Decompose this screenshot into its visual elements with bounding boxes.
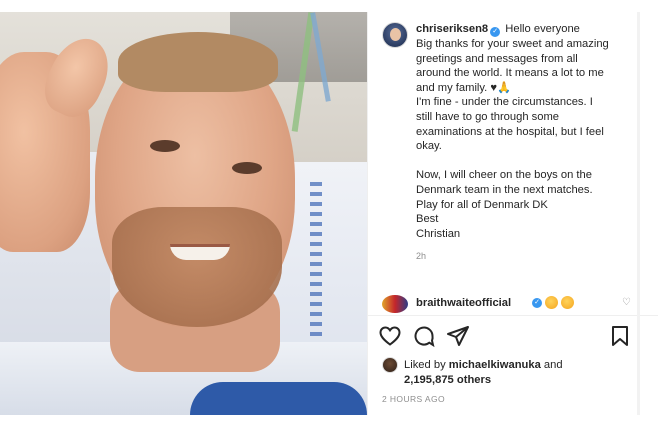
verified-badge-icon: ✓ — [490, 27, 501, 37]
post-photo[interactable] — [0, 12, 367, 415]
caption-line: Denmark team in the next matches. — [416, 183, 593, 196]
caption-line: Big thanks for your sweet and amazing — [416, 38, 609, 50]
bookmark-icon[interactable] — [608, 324, 632, 348]
commenter-username[interactable]: braithwaiteofficial — [416, 297, 511, 309]
caption-row: chriseriksen8 ✓ Hello everyone Big thanks… — [382, 22, 647, 264]
commenter-avatar[interactable] — [382, 295, 408, 313]
likes-prefix: Liked by — [404, 359, 449, 371]
emoji-icon — [545, 296, 558, 309]
emoji-icon — [561, 296, 574, 309]
photo-shirt-stripe — [190, 382, 367, 415]
post-timestamp[interactable]: 2 HOURS AGO — [382, 394, 445, 404]
photo-mouth — [170, 244, 230, 260]
post-side-panel: chriseriksen8 ✓ Hello everyone Big thanks… — [367, 12, 658, 415]
caption-time-ago: 2h — [416, 251, 427, 262]
heart-icon[interactable] — [378, 324, 402, 348]
post-actions-bar — [368, 315, 658, 353]
caption-line: Christian — [416, 227, 461, 240]
likes-middle: and — [540, 359, 563, 371]
comment-row: braithwaiteofficial ✓ ♡ — [382, 295, 652, 315]
likes-summary: Liked by michaelkiwanuka and 2,195,875 o… — [382, 355, 652, 389]
caption-line: and my family. ♥🙏 — [416, 81, 511, 94]
caption-text: chriseriksen8 ✓ Hello everyone Big thanks… — [416, 22, 647, 264]
scrollbar[interactable] — [637, 12, 640, 415]
caption-line: greetings and messages from all — [416, 52, 578, 65]
instagram-post: chriseriksen8 ✓ Hello everyone Big thanks… — [0, 0, 658, 425]
photo-beard — [112, 207, 282, 327]
likes-text: Liked by michaelkiwanuka and 2,195,875 o… — [404, 358, 654, 387]
comment-like-heart-icon[interactable]: ♡ — [622, 297, 631, 308]
caption-line: examinations at the hospital, but I feel — [416, 125, 604, 138]
likes-count[interactable]: 2,195,875 others — [404, 374, 491, 386]
photo-hair — [118, 32, 278, 92]
caption-line: Best — [416, 213, 439, 226]
verified-badge-icon: ✓ — [532, 298, 542, 308]
comment-icon[interactable] — [412, 324, 436, 348]
liker-avatar[interactable] — [382, 357, 398, 373]
caption-line: Play for all of Denmark DK — [416, 198, 548, 211]
liker-username[interactable]: michaelkiwanuka — [449, 359, 541, 371]
caption-line: Now, I will cheer on the boys on the — [416, 169, 592, 182]
post-caption: chriseriksen8 ✓ Hello everyone Big thanks… — [382, 22, 647, 264]
author-username[interactable]: chriseriksen8 — [416, 23, 488, 35]
caption-line: Hello everyone — [505, 23, 580, 35]
share-icon[interactable] — [446, 324, 470, 348]
author-avatar[interactable] — [382, 22, 408, 48]
avatar-face — [390, 28, 401, 41]
photo-eye — [150, 140, 180, 152]
caption-line: around the world. It means a lot to me — [416, 67, 604, 80]
caption-line: still have to go through some — [416, 110, 560, 123]
caption-line: I'm fine - under the circumstances. I — [416, 96, 593, 109]
caption-line: okay. — [416, 140, 442, 153]
photo-eye — [232, 162, 262, 174]
